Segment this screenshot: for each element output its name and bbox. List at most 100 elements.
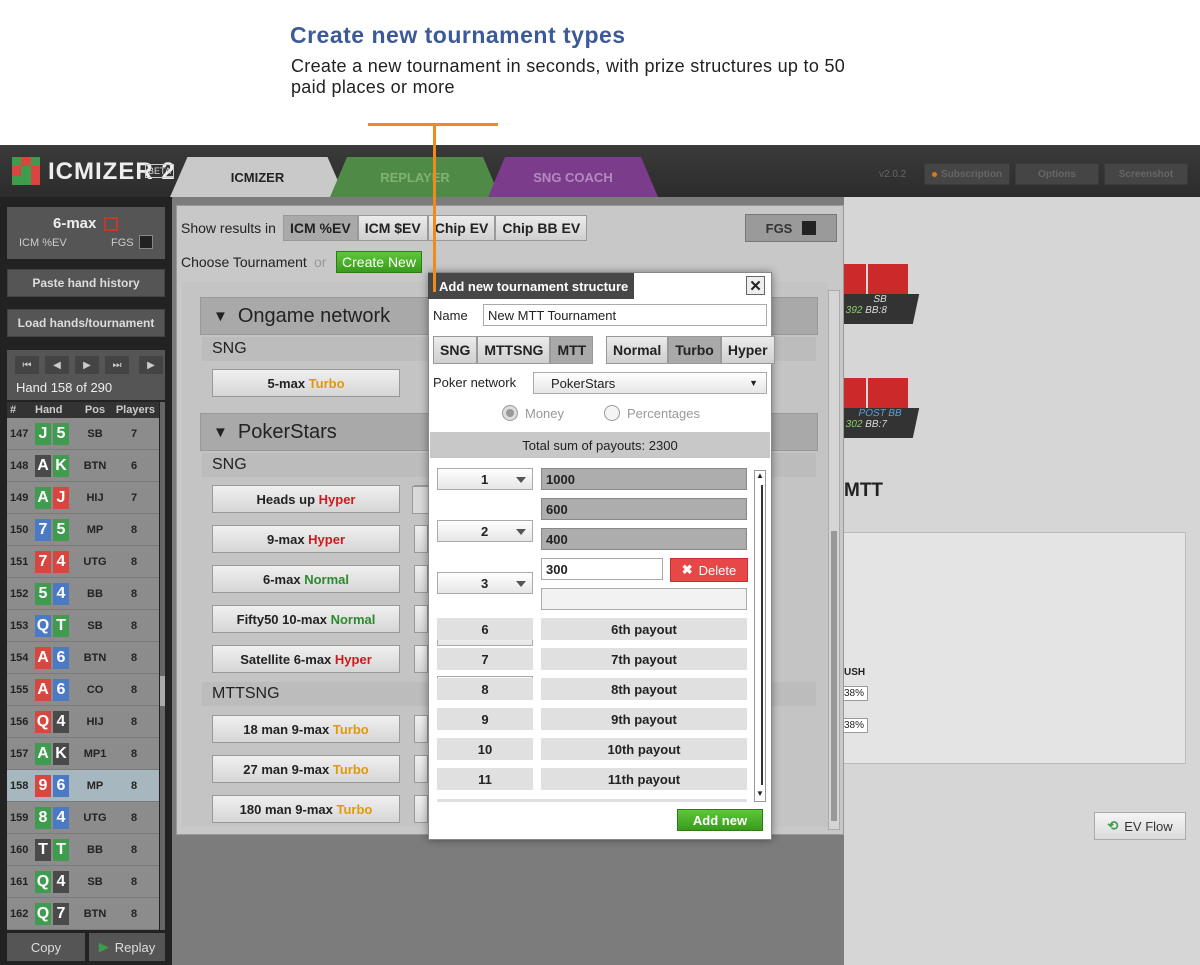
name-field[interactable]: New MTT Tournament [483, 304, 767, 326]
paste-hand-history-button[interactable]: Paste hand history [7, 269, 165, 297]
add-new-button[interactable]: Add new [677, 809, 763, 831]
screenshot-button[interactable]: Screenshot [1104, 163, 1188, 185]
speed-hyper[interactable]: Hyper [720, 336, 775, 364]
hand-list-scrollbar[interactable] [160, 402, 165, 930]
hand-row[interactable]: 152 5 4 BB 8 [7, 578, 159, 610]
tournament-button[interactable]: Heads up Hyper [212, 485, 400, 513]
scroll-down-icon[interactable]: ▼ [755, 789, 765, 801]
place-number: 7 [437, 648, 533, 670]
hand-number: 161 [10, 875, 29, 888]
hand-row[interactable]: 157 A K MP1 8 [7, 738, 159, 770]
type-sng[interactable]: SNG [433, 336, 478, 364]
first-hand-icon[interactable]: ⏮ [15, 356, 39, 374]
delete-icon: ✖ [681, 562, 693, 577]
payout-amount-field[interactable] [541, 588, 747, 610]
hand-row[interactable]: 149 A J HIJ 7 [7, 482, 159, 514]
tournament-button[interactable]: Satellite 6-max Hyper [212, 645, 400, 673]
payout-amount-field[interactable]: 1000 [541, 468, 747, 490]
tournament-button[interactable]: 9-max Hyper [212, 525, 400, 553]
speed-turbo[interactable]: Turbo [668, 336, 721, 364]
percentages-radio[interactable]: Percentages [604, 405, 700, 421]
fgs-toggle[interactable]: FGS [745, 214, 837, 242]
tournament-button[interactable]: 180 man 9-max Turbo [212, 795, 400, 823]
tab-icmizer[interactable]: ICMIZER [170, 157, 345, 197]
mode-chip-ev[interactable]: Chip EV [427, 215, 496, 241]
payout-amount-field[interactable]: 400 [541, 528, 747, 550]
create-new-button[interactable]: Create New [336, 251, 422, 273]
card: 5 [35, 582, 51, 605]
beta-badge: BETA [145, 164, 174, 178]
place-select[interactable]: 3 [437, 572, 533, 594]
hand-number: 154 [10, 651, 29, 664]
prev-hand-icon[interactable]: ◀ [45, 356, 69, 374]
logo-icon [12, 157, 40, 185]
copy-button[interactable]: Copy [7, 933, 85, 961]
payout-amount-field[interactable]: 600 [541, 498, 747, 520]
ev-flow-button[interactable]: ⟲ EV Flow [1094, 812, 1186, 840]
card: K [53, 742, 69, 765]
hand-position: SB [87, 619, 103, 632]
hand-row[interactable]: 150 7 5 MP 8 [7, 514, 159, 546]
place-select[interactable]: 2 [437, 520, 533, 542]
hand-row[interactable]: 161 Q 4 SB 8 [7, 866, 159, 898]
card: Q [35, 902, 51, 925]
fgs-checkbox[interactable] [139, 235, 153, 249]
chevron-down-icon: ▼ [749, 378, 758, 388]
tab-replayer[interactable]: REPLAYER [330, 157, 500, 197]
load-hands-button[interactable]: Load hands/tournament [7, 309, 165, 337]
payout-amount-field[interactable]: 300 [541, 558, 663, 580]
mode-icm-pct[interactable]: ICM %EV [283, 215, 358, 241]
hand-row[interactable]: 162 Q 7 BTN 8 [7, 898, 159, 930]
hand-row[interactable]: 147 J 5 SB 7 [7, 418, 159, 450]
hand-row[interactable]: 153 Q T SB 8 [7, 610, 159, 642]
place-select[interactable]: 1 [437, 468, 533, 490]
tab-sng-coach[interactable]: SNG COACH [488, 157, 658, 197]
type-mttsng[interactable]: MTTSNG [477, 336, 551, 364]
format-box[interactable]: 6-max ICM %EV FGS [7, 207, 165, 259]
hand-number: 159 [10, 811, 29, 824]
poker-network-select[interactable]: PokerStars ▼ [533, 372, 767, 394]
card: T [53, 838, 69, 861]
tournament-button[interactable]: Fifty50 10-max Normal [212, 605, 400, 633]
hand-players: 8 [130, 683, 138, 696]
tournament-button[interactable]: 18 man 9-max Turbo [212, 715, 400, 743]
speed-normal[interactable]: Normal [606, 336, 669, 364]
choose-tournament-label: Choose Tournament [181, 254, 307, 270]
tournament-list-scrollbar[interactable] [828, 290, 840, 830]
payout-placeholder: 9th payout [541, 708, 747, 730]
card: T [35, 838, 51, 861]
close-icon[interactable]: ✕ [746, 276, 765, 295]
hand-players: 6 [130, 459, 138, 472]
chart-area [840, 532, 1186, 764]
hand-row[interactable]: 156 Q 4 HIJ 8 [7, 706, 159, 738]
last-hand-icon[interactable]: ⏭ [105, 356, 129, 374]
hand-row[interactable]: 148 A K BTN 6 [7, 450, 159, 482]
scroll-up-icon[interactable]: ▲ [755, 471, 765, 483]
money-radio[interactable]: Money [502, 405, 564, 421]
card: A [35, 646, 51, 669]
hand-row[interactable]: 160 T T BB 8 [7, 834, 159, 866]
hand-row[interactable]: 155 A 6 CO 8 [7, 674, 159, 706]
tournament-button[interactable]: 27 man 9-max Turbo [212, 755, 400, 783]
payout-scrollbar[interactable]: ▲ ▼ [754, 470, 766, 802]
options-button[interactable]: Options [1015, 163, 1099, 185]
mode-icm-dollar[interactable]: ICM $EV [357, 215, 428, 241]
hand-row[interactable]: 158 9 6 MP 8 [7, 770, 159, 802]
mode-chip-bb-ev[interactable]: Chip BB EV [495, 215, 588, 241]
type-mtt[interactable]: MTT [550, 336, 594, 364]
tournament-5max-turbo[interactable]: 5-max Turbo [212, 369, 400, 397]
tournament-button[interactable]: 6-max Normal [212, 565, 400, 593]
card: 6 [53, 646, 69, 669]
replay-button[interactable]: ▶ Replay [89, 933, 165, 961]
hand-position: BTN [83, 907, 107, 920]
next-hand-icon[interactable]: ▶ [75, 356, 99, 374]
hand-row[interactable]: 159 8 4 UTG 8 [7, 802, 159, 834]
hand-row[interactable]: 154 A 6 BTN 8 [7, 642, 159, 674]
card: 6 [53, 678, 69, 701]
or-label: or [314, 254, 327, 270]
hand-row[interactable]: 151 7 4 UTG 8 [7, 546, 159, 578]
delete-button[interactable]: ✖ Delete [670, 558, 748, 582]
card: Q [35, 710, 51, 733]
play-icon[interactable]: ▶ [139, 356, 163, 374]
subscription-button[interactable]: Subscription [924, 163, 1010, 185]
